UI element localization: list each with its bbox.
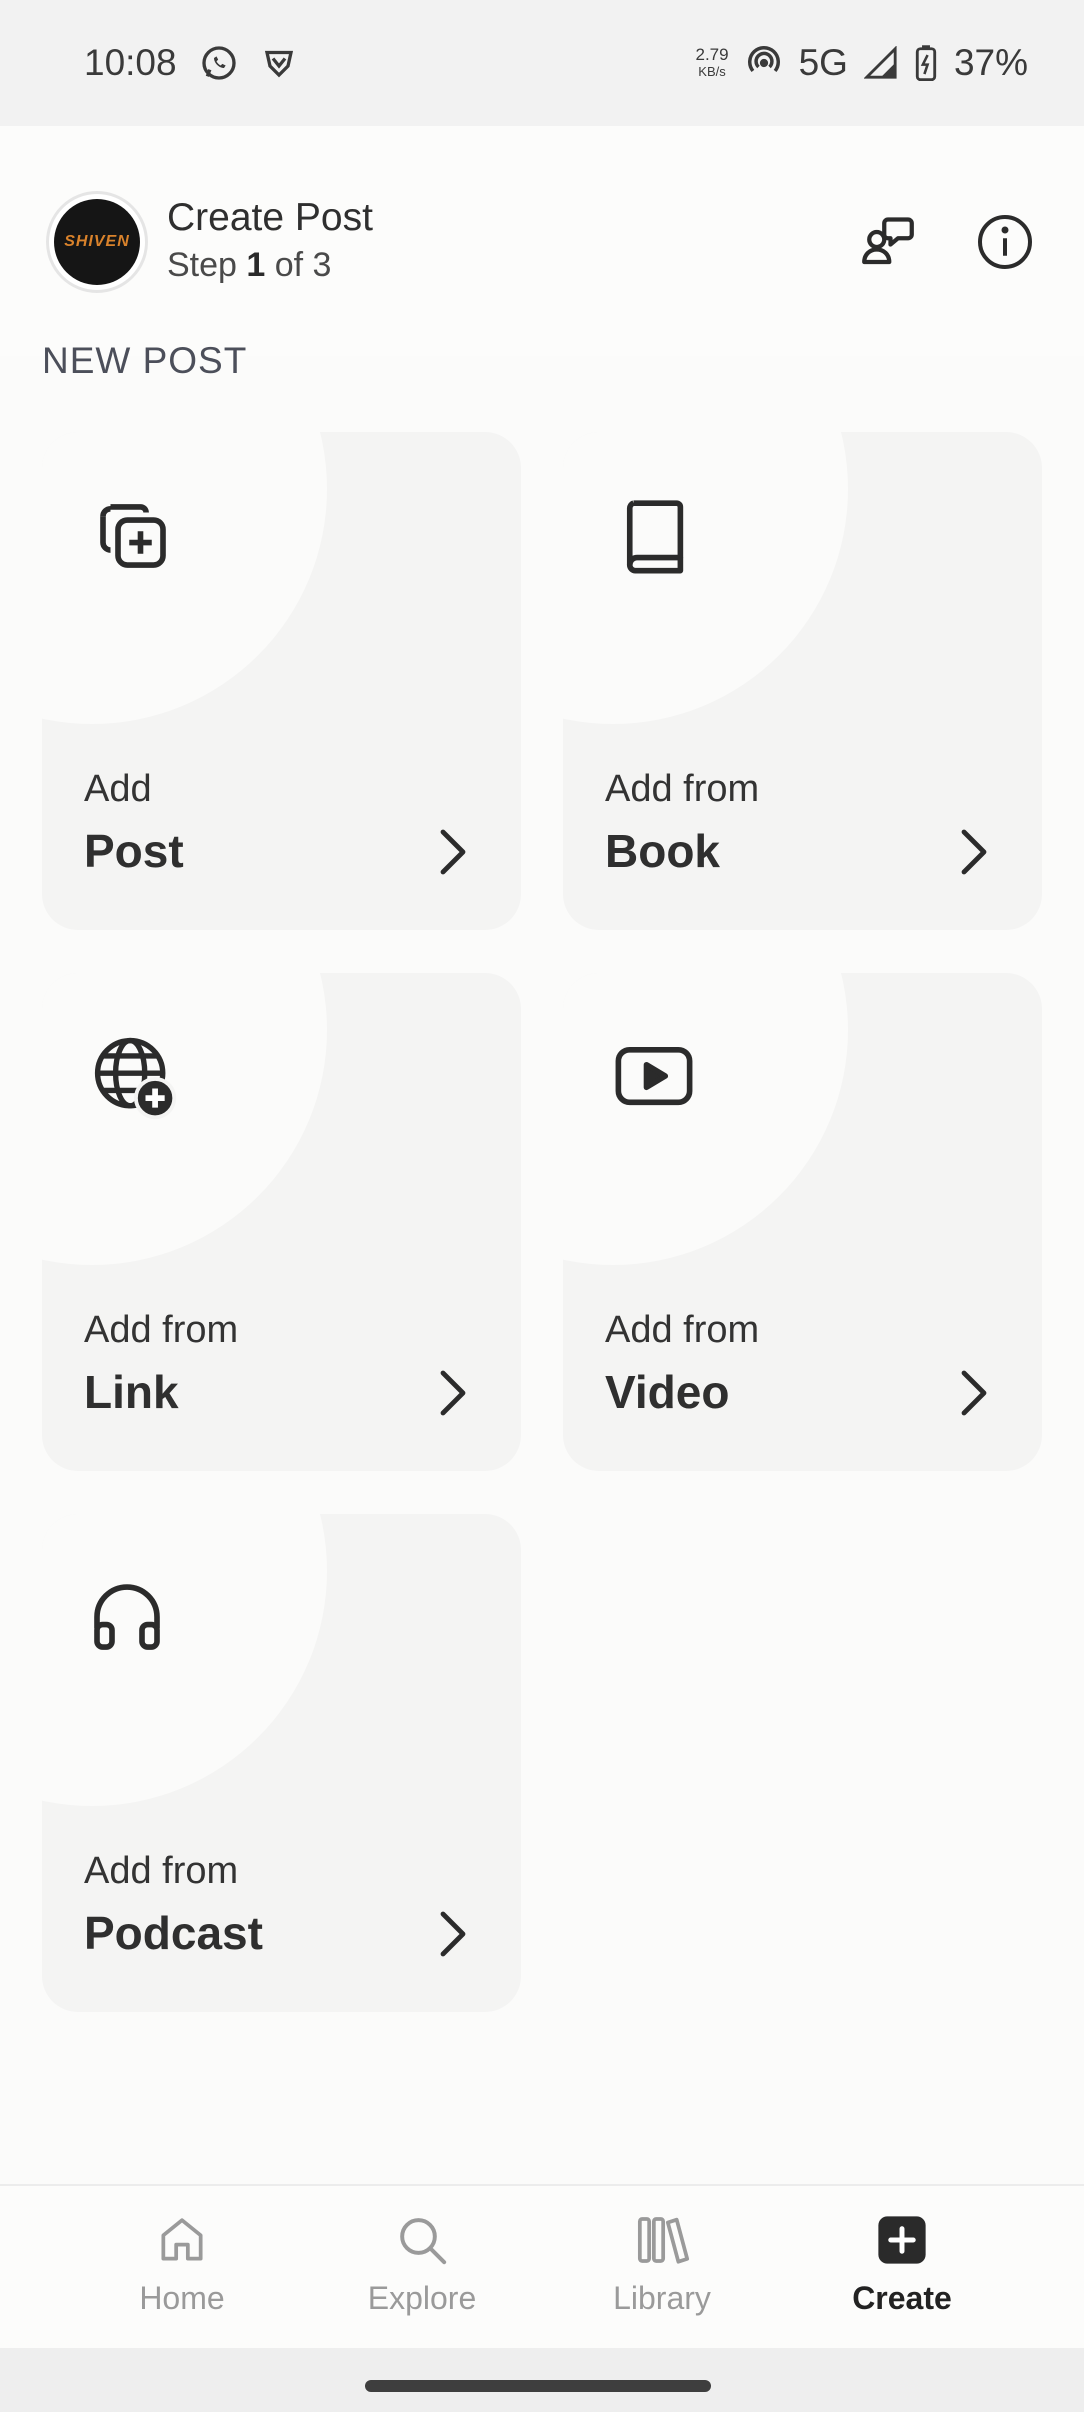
add-from-podcast-card[interactable]: Add from Podcast (42, 1514, 521, 2012)
create-icon (872, 2210, 932, 2270)
home-indicator[interactable] (365, 2380, 711, 2392)
nav-home[interactable]: Home (82, 2210, 282, 2330)
gesture-bar (0, 2348, 1084, 2412)
chevron-right-icon (961, 1370, 987, 1416)
nav-create[interactable]: Create (802, 2210, 1002, 2330)
nav-label: Library (613, 2280, 711, 2316)
card-title: Book (605, 825, 720, 877)
hotspot-icon (745, 44, 783, 82)
search-icon (392, 2210, 452, 2270)
status-time: 10:08 (84, 42, 177, 83)
nav-library[interactable]: Library (562, 2210, 762, 2330)
nav-explore[interactable]: Explore (322, 2210, 522, 2330)
chat-button[interactable] (852, 206, 924, 278)
card-title-prefix: Add from (84, 1850, 239, 1892)
library-icon (632, 2210, 692, 2270)
card-title: Podcast (84, 1907, 263, 1959)
signal-icon (863, 46, 898, 80)
page-title: Create Post (167, 196, 373, 239)
battery-charging-icon (914, 44, 938, 82)
nav-label: Explore (367, 2280, 477, 2316)
chevron-right-icon (440, 1911, 466, 1957)
card-title: Link (84, 1366, 179, 1418)
info-icon (978, 215, 1032, 269)
avatar-logo: SHIVEN (54, 199, 140, 285)
status-bar: 10:08 2.79 KB/s 5G 37% (0, 0, 1084, 126)
book-icon (611, 490, 701, 580)
play-icon (609, 1031, 699, 1121)
chevron-right-icon (440, 829, 466, 875)
nav-label: Create (852, 2280, 952, 2316)
chevron-right-icon (961, 829, 987, 875)
card-title-prefix: Add (84, 768, 152, 810)
whatsapp-icon (199, 43, 239, 83)
battery-percent: 37% (953, 42, 1028, 83)
add-post-card[interactable]: Add Post (42, 432, 521, 930)
card-decoration (42, 973, 327, 1265)
chat-icon (862, 217, 914, 265)
globe-plus-icon (88, 1031, 178, 1121)
vpn-shield-icon (261, 45, 297, 81)
network-type: 5G (798, 42, 848, 83)
card-decoration (563, 973, 848, 1265)
home-icon (152, 2210, 212, 2270)
step-indicator: Step 1 of 3 (167, 246, 332, 284)
add-from-book-card[interactable]: Add from Book (563, 432, 1042, 930)
card-decoration (563, 432, 848, 724)
card-title-prefix: Add from (84, 1309, 239, 1351)
card-title: Post (84, 825, 184, 877)
card-title: Video (605, 1366, 730, 1418)
card-title-prefix: Add from (605, 768, 760, 810)
card-decoration (42, 432, 327, 724)
avatar[interactable]: SHIVEN (46, 191, 148, 293)
bottom-nav: Home Explore Library Create (0, 2184, 1084, 2348)
add-post-icon (88, 490, 178, 580)
header: SHIVEN Create Post Step 1 of 3 (0, 126, 1084, 356)
chevron-right-icon (440, 1370, 466, 1416)
section-label: NEW POST (42, 340, 248, 381)
add-from-video-card[interactable]: Add from Video (563, 973, 1042, 1471)
net-speed: 2.79 KB/s (695, 45, 729, 79)
info-button[interactable] (969, 206, 1041, 278)
card-title-prefix: Add from (605, 1309, 760, 1351)
add-from-link-card[interactable]: Add from Link (42, 973, 521, 1471)
headphones-icon (82, 1572, 172, 1662)
nav-label: Home (139, 2280, 225, 2316)
